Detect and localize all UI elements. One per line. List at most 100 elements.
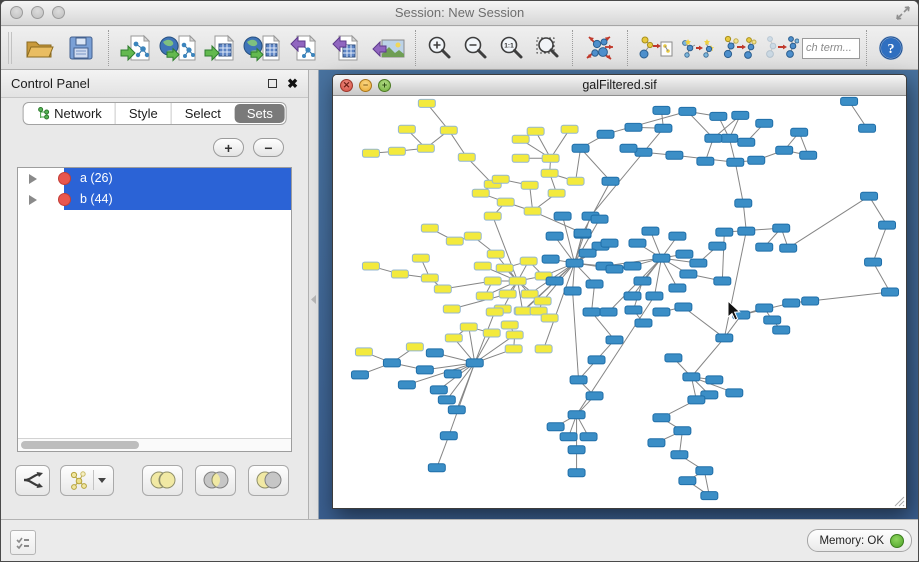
graph-node[interactable] <box>351 371 368 379</box>
graph-node[interactable] <box>466 359 483 367</box>
add-set-button[interactable]: + <box>213 138 244 157</box>
graph-node[interactable] <box>492 175 509 183</box>
graph-node[interactable] <box>679 477 696 485</box>
panel-splitter[interactable] <box>309 70 319 519</box>
set-union-button[interactable] <box>142 465 183 496</box>
graph-node[interactable] <box>418 99 435 107</box>
graph-node[interactable] <box>624 262 641 270</box>
graph-node[interactable] <box>653 414 670 422</box>
graph-node[interactable] <box>355 348 372 356</box>
graph-node[interactable] <box>499 290 516 298</box>
graph-node[interactable] <box>709 242 726 250</box>
graph-node[interactable] <box>716 334 733 342</box>
graph-node[interactable] <box>421 224 438 232</box>
frame-maximize-button[interactable]: + <box>378 79 391 92</box>
graph-node[interactable] <box>430 386 447 394</box>
graph-node[interactable] <box>566 259 583 267</box>
graph-node[interactable] <box>671 451 688 459</box>
graph-node[interactable] <box>683 373 700 381</box>
graph-node[interactable] <box>412 254 429 262</box>
graph-node[interactable] <box>434 285 451 293</box>
graph-node[interactable] <box>512 154 529 162</box>
graph-node[interactable] <box>474 262 491 270</box>
graph-node[interactable] <box>586 392 603 400</box>
graph-node[interactable] <box>541 169 558 177</box>
disclosure-triangle-icon[interactable] <box>29 195 37 205</box>
graph-node[interactable] <box>484 277 501 285</box>
graph-node[interactable] <box>721 134 738 142</box>
graph-node[interactable] <box>574 229 591 237</box>
graph-node[interactable] <box>472 189 489 197</box>
graph-node[interactable] <box>648 439 665 447</box>
import-table-file-button[interactable] <box>199 29 241 67</box>
tab-style[interactable]: Style <box>115 103 171 124</box>
graph-node[interactable] <box>496 264 513 272</box>
graph-node[interactable] <box>524 207 541 215</box>
graph-node[interactable] <box>586 280 603 288</box>
graph-node[interactable] <box>560 433 577 441</box>
graph-node[interactable] <box>527 127 544 135</box>
graph-node[interactable] <box>732 111 749 119</box>
open-session-button[interactable] <box>18 29 60 67</box>
graph-node[interactable] <box>515 307 532 315</box>
graph-node[interactable] <box>756 119 773 127</box>
graph-node[interactable] <box>506 331 523 339</box>
graph-node[interactable] <box>460 323 477 331</box>
graph-node[interactable] <box>764 316 781 324</box>
import-table-url-button[interactable] <box>241 29 283 67</box>
graph-node[interactable] <box>714 277 731 285</box>
graph-node[interactable] <box>735 199 752 207</box>
graph-node[interactable] <box>710 112 727 120</box>
graph-node[interactable] <box>597 130 614 138</box>
new-network-selected-nodes-selected-edges-button[interactable] <box>760 29 802 67</box>
graph-node[interactable] <box>547 423 564 431</box>
graph-node[interactable] <box>591 215 608 223</box>
graph-node[interactable] <box>564 287 581 295</box>
graph-node[interactable] <box>406 343 423 351</box>
graph-node[interactable] <box>570 376 587 384</box>
graph-node[interactable] <box>669 232 686 240</box>
float-panel-icon[interactable] <box>268 79 277 88</box>
tab-select[interactable]: Select <box>171 103 234 124</box>
graph-node[interactable] <box>398 381 415 389</box>
graph-node[interactable] <box>388 147 405 155</box>
graph-node[interactable] <box>606 336 623 344</box>
graph-node[interactable] <box>629 239 646 247</box>
frame-minimize-button[interactable]: − <box>359 79 372 92</box>
graph-node[interactable] <box>625 306 642 314</box>
search-input[interactable] <box>802 38 860 59</box>
graph-node[interactable] <box>443 305 460 313</box>
set-row-a[interactable]: a (26) <box>18 168 291 189</box>
graph-node[interactable] <box>362 149 379 157</box>
graph-node[interactable] <box>791 128 808 136</box>
graph-node[interactable] <box>776 146 793 154</box>
graph-node[interactable] <box>690 259 707 267</box>
network-canvas[interactable] <box>333 96 906 508</box>
zoom-fit-button[interactable]: 1:1 <box>494 29 530 67</box>
graph-node[interactable] <box>535 345 552 353</box>
frame-close-button[interactable]: ✕ <box>340 79 353 92</box>
graph-node[interactable] <box>398 125 415 133</box>
graph-node[interactable] <box>716 228 733 236</box>
help-button[interactable]: ? <box>873 29 909 67</box>
graph-node[interactable] <box>542 255 559 263</box>
graph-node[interactable] <box>464 232 481 240</box>
graph-node[interactable] <box>568 411 585 419</box>
graph-node[interactable] <box>541 314 558 322</box>
graph-node[interactable] <box>679 107 696 115</box>
graph-node[interactable] <box>458 153 475 161</box>
remove-set-button[interactable]: − <box>253 138 284 157</box>
graph-node[interactable] <box>546 232 563 240</box>
save-session-button[interactable] <box>60 29 102 67</box>
graph-node[interactable] <box>666 151 683 159</box>
graph-node[interactable] <box>600 308 617 316</box>
graph-node[interactable] <box>580 433 597 441</box>
graph-node[interactable] <box>512 135 529 143</box>
toolbar-drag-handle[interactable] <box>8 32 12 64</box>
task-history-button[interactable] <box>10 530 36 555</box>
graph-node[interactable] <box>635 148 652 156</box>
graph-node[interactable] <box>756 304 773 312</box>
create-set-from-network-button[interactable] <box>60 465 114 496</box>
graph-node[interactable] <box>421 274 438 282</box>
graph-node[interactable] <box>688 396 705 404</box>
